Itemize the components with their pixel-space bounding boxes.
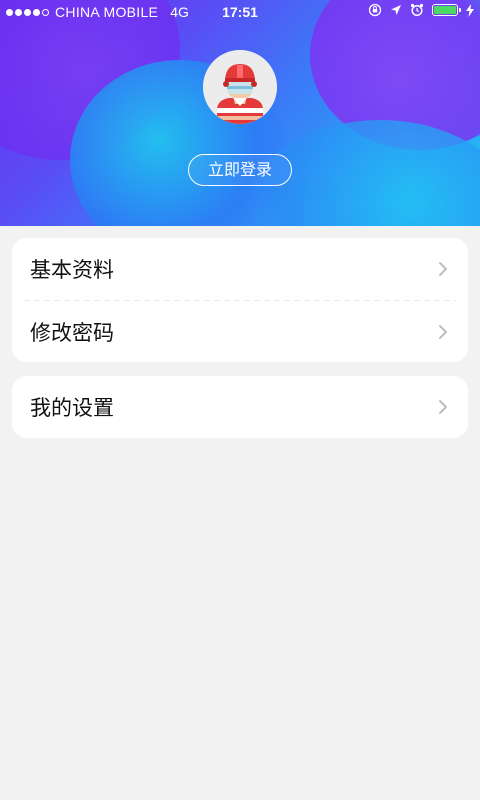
menu-card: 基本资料 修改密码 xyxy=(12,238,468,362)
avatar[interactable] xyxy=(203,50,277,124)
menu-item-my-settings[interactable]: 我的设置 xyxy=(12,376,468,438)
menu-item-basic-info[interactable]: 基本资料 xyxy=(12,238,468,300)
menu-item-change-password[interactable]: 修改密码 xyxy=(12,301,468,362)
chevron-right-icon xyxy=(439,400,447,414)
hockey-player-avatar-icon xyxy=(203,50,277,124)
login-button[interactable]: 立即登录 xyxy=(188,154,292,186)
orientation-lock-icon xyxy=(368,3,382,17)
menu-item-label: 我的设置 xyxy=(30,396,114,420)
menu-item-label: 修改密码 xyxy=(30,320,114,345)
menu-card: 我的设置 xyxy=(12,376,468,438)
location-icon xyxy=(391,5,401,15)
alarm-icon xyxy=(410,3,424,17)
chevron-right-icon xyxy=(439,325,447,339)
status-bar: CHINA MOBILE 4G 17:51 xyxy=(0,0,480,26)
battery-icon xyxy=(432,4,461,16)
charging-bolt-icon xyxy=(466,3,474,17)
profile-header: CHINA MOBILE 4G 17:51 立即登录 xyxy=(0,0,480,226)
chevron-right-icon xyxy=(439,262,447,276)
menu-item-label: 基本资料 xyxy=(30,258,114,282)
